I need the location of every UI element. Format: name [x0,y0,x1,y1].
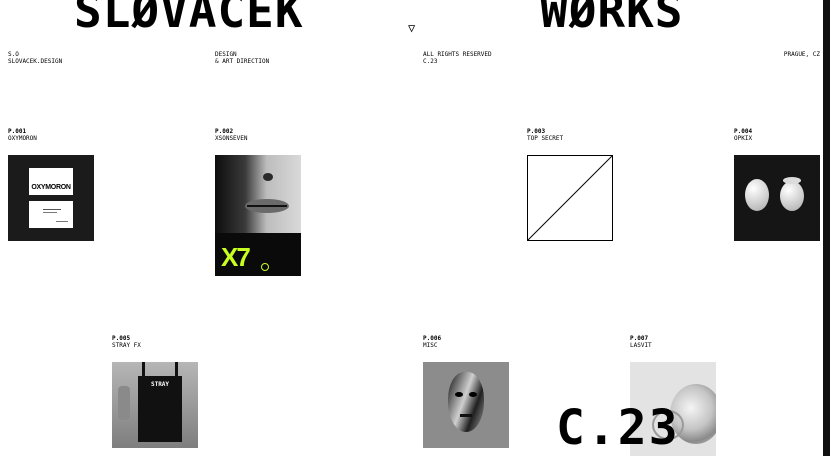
project-code: P.005 [112,335,131,342]
meta-rights-line1: ALL RIGHTS RESERVED [423,51,492,58]
project-code: P.006 [423,335,442,342]
oxymoron-logo-text: OXYMORON [31,184,71,191]
project-name: LASVIT [630,342,652,349]
project-name: XSONSEVEN [215,135,248,142]
registered-icon [261,263,269,271]
site-title-left[interactable]: SLØVACEK [74,0,304,34]
project-thumb-xsonseven[interactable]: X7 [215,155,301,276]
site-title-right[interactable]: WØRKS [540,0,683,34]
tote-bag: STRAY [138,376,182,442]
project-name: TOP SECRET [527,135,564,142]
project-name: MISC [423,342,438,349]
scrollbar[interactable] [823,0,830,456]
meta-studio: S.O SLOVACEK.DESIGN [8,51,62,65]
project-thumb-misc[interactable] [423,362,509,448]
camera-egg-right [780,181,804,211]
project-label-oxymoron[interactable]: P.001 OXYMORON [8,128,37,142]
project-label-misc[interactable]: P.006 MISC [423,335,441,349]
meta-discipline-line1: DESIGN [215,51,237,58]
meta-discipline: DESIGN & ART DIRECTION [215,51,269,65]
triangle-down-icon[interactable]: ▽ [408,22,415,34]
project-label-stray-fx[interactable]: P.005 STRAY FX [112,335,141,349]
business-card-back [29,201,73,228]
project-label-xsonseven[interactable]: P.002 XSONSEVEN [215,128,248,142]
project-label-lasvit[interactable]: P.007 LASVIT [630,335,652,349]
meta-discipline-line2: & ART DIRECTION [215,58,270,65]
project-thumb-top-secret[interactable] [527,155,613,241]
project-thumb-stray-fx[interactable]: STRAY [112,362,198,448]
project-code: P.004 [734,128,753,135]
project-label-top-secret[interactable]: P.003 TOP SECRET [527,128,563,142]
project-code: P.007 [630,335,649,342]
meta-studio-line2[interactable]: SLOVACEK.DESIGN [8,58,62,65]
project-code: P.001 [8,128,27,135]
project-name: STRAY FX [112,342,141,349]
meta-rights: ALL RIGHTS RESERVED C.23 [423,51,492,65]
project-thumb-oxymoron[interactable]: OXYMORON [8,155,94,241]
placeholder-diagonal-icon [527,155,613,241]
camera-egg-left [745,179,769,211]
business-card-front: OXYMORON [29,168,73,195]
x7-logo-text: X7 [221,242,251,272]
project-code: P.002 [215,128,234,135]
project-name: OXYMORON [8,135,37,142]
project-label-opkix[interactable]: P.004 OPKIX [734,128,752,142]
year-label: C.23 [556,400,680,456]
tote-bag-text: STRAY [150,381,170,388]
meta-location-line1: PRAGUE, CZ [783,51,820,58]
project-thumb-opkix[interactable] [734,155,820,241]
project-name: OPKIX [734,135,753,142]
project-code: P.003 [527,128,546,135]
meta-location: PRAGUE, CZ [784,51,820,58]
meta-studio-line1: S.O [8,51,19,58]
meta-rights-line2: C.23 [423,58,438,65]
portrait-photo [215,155,301,233]
chrome-mask [448,372,484,432]
